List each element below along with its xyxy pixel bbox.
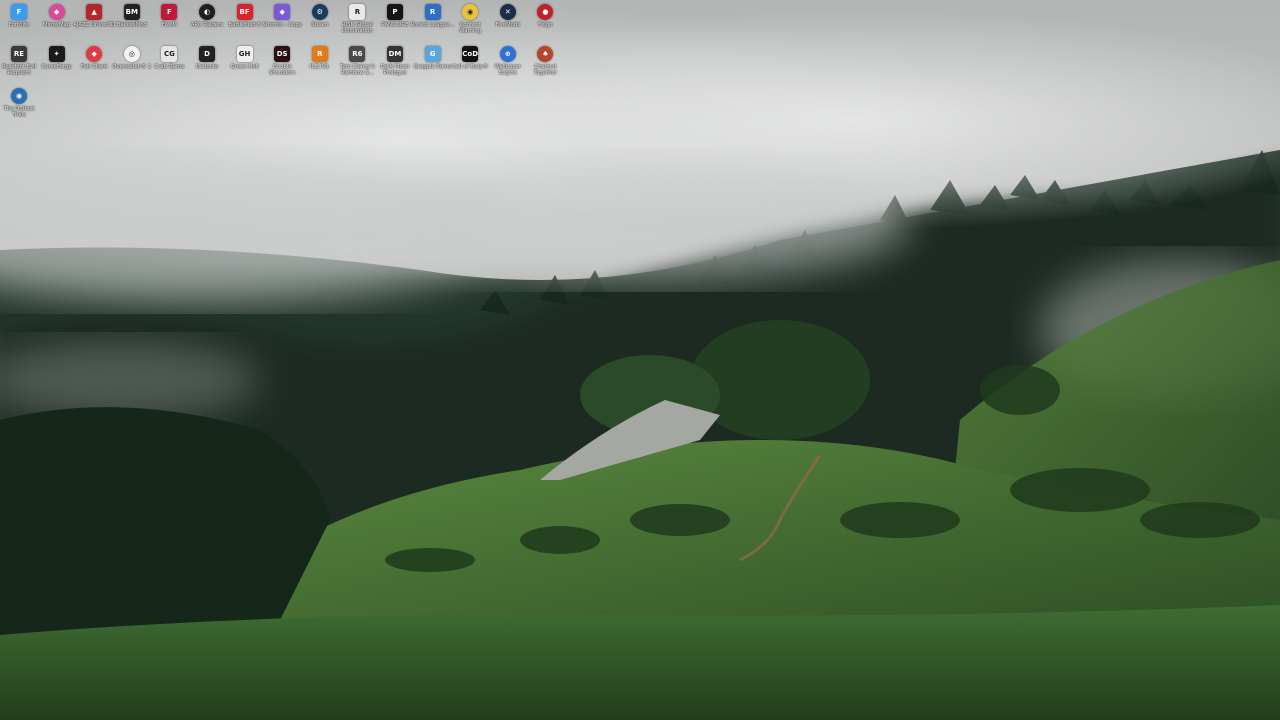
double-shoulders-icon: DS <box>274 46 291 62</box>
desktop-shortcut[interactable]: ▲ AJAZZ DriverCD <box>73 0 115 40</box>
desktop-shortcut[interactable]: DS Double Shoulders <box>263 42 301 82</box>
call-of-duty-icon: CoD <box>462 46 479 62</box>
desktop-shortcut[interactable]: CoD Call of Duty® <box>451 42 489 82</box>
wallpaper-engine-icon: ⊕ <box>499 46 516 62</box>
desktop-shortcut[interactable]: G Grapple Rome <box>414 42 452 82</box>
bakkesmod-icon: BM <box>123 4 140 20</box>
desktop-shortcut[interactable]: BM BakkesMod <box>113 0 151 40</box>
panicore-icon: P <box>387 4 403 20</box>
desktop-shortcut[interactable]: ♠ Chained Together <box>526 42 564 82</box>
desktop-shortcut[interactable]: ⚙ Steam <box>301 0 339 40</box>
grapple-rome-icon: G <box>424 46 441 62</box>
green-hell-icon: GH <box>236 46 253 62</box>
curseforge-icon: ✦ <box>48 46 65 62</box>
desktop-shortcut[interactable]: ◆ MinnyMap <box>38 0 76 40</box>
deducto-icon: D <box>199 46 215 62</box>
desktop-shortcut[interactable]: ● Feign <box>526 0 564 40</box>
arc-raiders-icon: ◐ <box>199 4 215 20</box>
desktop-shortcut[interactable]: ✦ CurseForge <box>38 42 76 82</box>
desktop-shortcut[interactable]: ◆ Feit Client <box>75 42 113 82</box>
desktop-shortcut[interactable]: ⊕ Wallpaper Engine <box>489 42 527 82</box>
steam-icon: ⚙ <box>311 4 328 20</box>
rainbow-six-icon: R6 <box>349 46 366 62</box>
feit-client-icon: ◆ <box>86 46 103 62</box>
stremio-icon: ◆ <box>274 4 291 20</box>
desktop-shortcut-label: Chained Together <box>533 64 557 77</box>
desktop-shortcut[interactable]: F Fortnite <box>0 0 38 40</box>
desktop-shortcut[interactable]: ◉ The Outlast Trials <box>0 84 38 124</box>
outlast-trials-icon: ◉ <box>11 88 27 104</box>
desktop-icon-grid: F Fortnite ◆ MinnyMap ▲ AJAZZ DriverCD BM Bakke… <box>0 0 600 130</box>
desktop-shortcut[interactable]: ◆ Stremio - Copy <box>263 0 302 40</box>
desktop-shortcut[interactable]: D Deducto <box>188 42 226 82</box>
desktop-shortcut[interactable]: R R.E.P.O. <box>301 42 339 82</box>
ajazz-icon: ▲ <box>86 4 103 20</box>
desktop-shortcut[interactable]: DM Dark Moon Prologue <box>376 42 414 82</box>
desktop-shortcut[interactable]: P PANICORE <box>376 0 414 40</box>
desktop-shortcut-label: The Outlast Trials <box>3 106 35 119</box>
desktop-shortcut[interactable]: R RISK Global Domination <box>338 0 376 40</box>
resident-evil-icon: RE <box>11 46 27 62</box>
desktop-shortcut[interactable]: GH Green Hell <box>226 42 264 82</box>
desktop-shortcut[interactable]: BF Battlefield 6 <box>226 0 264 40</box>
crab-game-icon: CG <box>161 46 178 62</box>
rocket-league-icon: R <box>424 4 441 20</box>
desktop-shortcut[interactable]: F FiveM <box>150 0 188 40</box>
desktop-shortcut[interactable]: ◎ Overwatch® 2 <box>112 42 151 82</box>
feign-icon: ● <box>537 4 554 20</box>
desktop-shortcut-label: Feign <box>538 22 553 28</box>
fivem-icon: F <box>161 4 178 20</box>
overwatch-icon: ◎ <box>123 46 140 62</box>
fortnite-icon: F <box>11 4 27 20</box>
desktop-shortcut[interactable]: ✕ FiveMods <box>489 0 527 40</box>
content-warning-icon: ◉ <box>462 4 479 20</box>
minnymap-icon: ◆ <box>48 4 65 20</box>
risk-icon: R <box>349 4 366 20</box>
desktop-shortcut[interactable]: ◉ Content Warning <box>451 0 489 40</box>
chained-together-icon: ♠ <box>537 46 554 62</box>
repo-icon: R <box>311 46 328 62</box>
fivemods-icon: ✕ <box>499 4 516 20</box>
desktop-shortcut[interactable]: CG Crab Game <box>150 42 188 82</box>
desktop-shortcut[interactable]: R6 Tom Clancy's Rainbow S... <box>338 42 376 82</box>
desktop-shortcut[interactable]: R Rocket League... <box>411 0 455 40</box>
battlefield-icon: BF <box>236 4 253 20</box>
dark-moon-icon: DM <box>387 46 403 62</box>
desktop-shortcut[interactable]: RE Resident Evil Requiem <box>0 42 38 82</box>
desktop-shortcut[interactable]: ◐ ARC Raiders <box>188 0 226 40</box>
